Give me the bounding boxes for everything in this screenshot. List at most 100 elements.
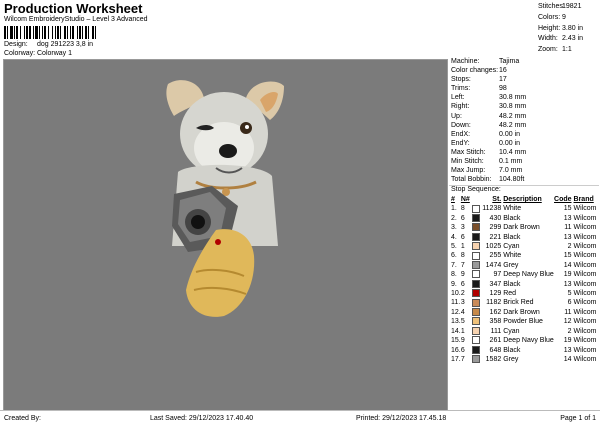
stitch-count: 11238	[482, 205, 502, 213]
thread-brand: Wilcom	[573, 224, 597, 232]
stitch-count: 221	[489, 233, 502, 241]
machine-info-row: Up: 48.2 mm	[449, 112, 599, 121]
machine-info-key: Down:	[451, 121, 471, 129]
color-swatch	[471, 204, 480, 213]
color-swatch	[471, 251, 480, 260]
stop-number: 12.	[451, 308, 461, 316]
table-row[interactable]: 10. 2 129 Red 5 Wilcom	[449, 289, 599, 298]
stop-number: 5.	[451, 243, 457, 251]
summary-value: 9	[562, 13, 566, 21]
needle-number: 6	[460, 280, 465, 288]
needle-number: 4	[460, 308, 465, 316]
stop-number: 14.	[451, 327, 461, 335]
needle-number: 1	[460, 243, 465, 251]
worksheet-title: Production Worksheet	[4, 1, 143, 16]
table-row[interactable]: 1. 8 11238 White 15 Wilcom	[449, 204, 599, 213]
summary-row: Width: 2.43 in	[538, 34, 596, 45]
thread-description: Black	[503, 214, 521, 222]
thread-brand: Wilcom	[573, 205, 597, 213]
table-row[interactable]: 4. 6 221 Black 13 Wilcom	[449, 232, 599, 242]
summary-row: Zoom: 1:1	[538, 45, 596, 56]
design-value: dog 291223 3,8 in	[37, 41, 94, 48]
color-swatch	[471, 270, 480, 279]
thread-description: Powder Blue	[503, 318, 543, 326]
stop-number: 9.	[451, 280, 457, 288]
machine-info-row: Trims: 98	[449, 84, 599, 93]
table-row[interactable]: 7. 7 1474 Grey 14 Wilcom	[449, 261, 599, 270]
table-row[interactable]: 8. 9 97 Deep Navy Blue 19 Wilcom	[449, 270, 599, 279]
thread-code: 14	[563, 261, 572, 269]
thread-code: 19	[563, 337, 572, 345]
needle-number: 6	[460, 214, 465, 222]
page-number-label: Page 1 of 1	[560, 415, 596, 422]
needle-number: 9	[460, 271, 465, 279]
stop-number: 1.	[451, 205, 457, 213]
machine-info-row: Stops: 17	[449, 75, 599, 84]
color-swatch-cell	[471, 298, 481, 307]
thread-brand: Wilcom	[573, 243, 597, 251]
design-barcode	[4, 26, 132, 39]
needle-number: 2	[460, 290, 465, 298]
stop-number: 2.	[451, 214, 457, 222]
thread-code: 13	[563, 214, 572, 222]
last-saved-label: Last Saved: 29/12/2023 17.40.40	[150, 415, 254, 422]
table-header-cell: Description	[503, 196, 542, 203]
summary-key: Height:	[538, 24, 561, 32]
thread-brand: Wilcom	[573, 252, 597, 260]
machine-info-row: Down: 48.2 mm	[449, 121, 599, 130]
thread-brand: Wilcom	[573, 327, 597, 335]
machine-info-panel: Machine: Tajima Color changes: 16 Stops: 17 Tr…	[449, 57, 599, 184]
needle-number: 7	[460, 261, 465, 269]
table-row[interactable]: 12. 4 162 Dark Brown 11 Wilcom	[449, 308, 599, 317]
thread-brand: Wilcom	[573, 280, 597, 288]
thread-description: Cyan	[503, 327, 520, 335]
stop-number: 13.	[451, 318, 461, 326]
machine-info-value: 98	[499, 85, 507, 93]
stop-number: 17.	[451, 355, 461, 363]
thread-description: Grey	[503, 355, 519, 363]
table-row[interactable]: 6. 8 255 White 15 Wilcom	[449, 251, 599, 260]
color-swatch	[471, 336, 480, 345]
color-swatch-cell	[471, 251, 481, 260]
thread-description: Red	[503, 290, 517, 298]
colorway-row: Colorway: Colorway 1	[4, 50, 72, 57]
machine-info-key: EndY:	[451, 139, 470, 147]
needle-number: 6	[460, 346, 465, 354]
stitch-count: 347	[489, 280, 502, 288]
table-header-cell: Brand	[573, 196, 594, 203]
thread-code: 19	[563, 271, 572, 279]
stop-number: 16.	[451, 346, 461, 354]
table-row[interactable]: 13. 5 358 Powder Blue 12 Wilcom	[449, 317, 599, 326]
color-swatch	[471, 261, 480, 269]
thread-code: 2	[567, 327, 572, 335]
machine-info-key: Color changes:	[451, 67, 499, 75]
software-name: Wilcom EmbroideryStudio – Level 3 Advanc…	[4, 16, 148, 23]
thread-brand: Wilcom	[573, 299, 597, 307]
design-summary: Stitches: 19821 Colors: 9 Height: 3.80 in Widt…	[538, 2, 596, 56]
table-row[interactable]: 15. 9 261 Deep Navy Blue 19 Wilcom	[449, 336, 599, 345]
machine-info-key: Max Jump:	[451, 167, 486, 175]
table-row[interactable]: 17. 7 1582 Grey 14 Wilcom	[449, 355, 599, 364]
machine-info-key: Trims:	[451, 85, 471, 93]
thread-brand: Wilcom	[573, 346, 597, 354]
stop-number: 11.	[451, 299, 461, 307]
thread-brand: Wilcom	[573, 271, 597, 279]
colorway-value: Colorway 1	[37, 50, 73, 57]
table-row[interactable]: 11. 3 1182 Brick Red 6 Wilcom	[449, 298, 599, 307]
table-row[interactable]: 5. 1 1025 Cyan 2 Wilcom	[449, 242, 599, 251]
thread-brand: Wilcom	[573, 233, 597, 241]
summary-row: Stitches: 19821	[538, 2, 596, 13]
thread-brand: Wilcom	[573, 290, 597, 298]
table-row[interactable]: 2. 6 430 Black 13 Wilcom	[449, 213, 599, 223]
table-row[interactable]: 9. 6 347 Black 13 Wilcom	[449, 279, 599, 289]
table-row[interactable]: 16. 6 648 Black 13 Wilcom	[449, 345, 599, 355]
machine-info-value: 0.1 mm	[499, 158, 523, 166]
machine-info-key: Left:	[451, 94, 465, 102]
color-swatch	[471, 279, 480, 288]
table-header-cell: N#	[460, 196, 470, 203]
machine-info-row: EndY: 0.00 in	[449, 139, 599, 148]
thread-description: Dark Brown	[503, 308, 540, 316]
table-row[interactable]: 3. 3 299 Dark Brown 11 Wilcom	[449, 223, 599, 232]
table-row[interactable]: 14. 1 111 Cyan 2 Wilcom	[449, 326, 599, 336]
thread-description: White	[503, 205, 522, 213]
